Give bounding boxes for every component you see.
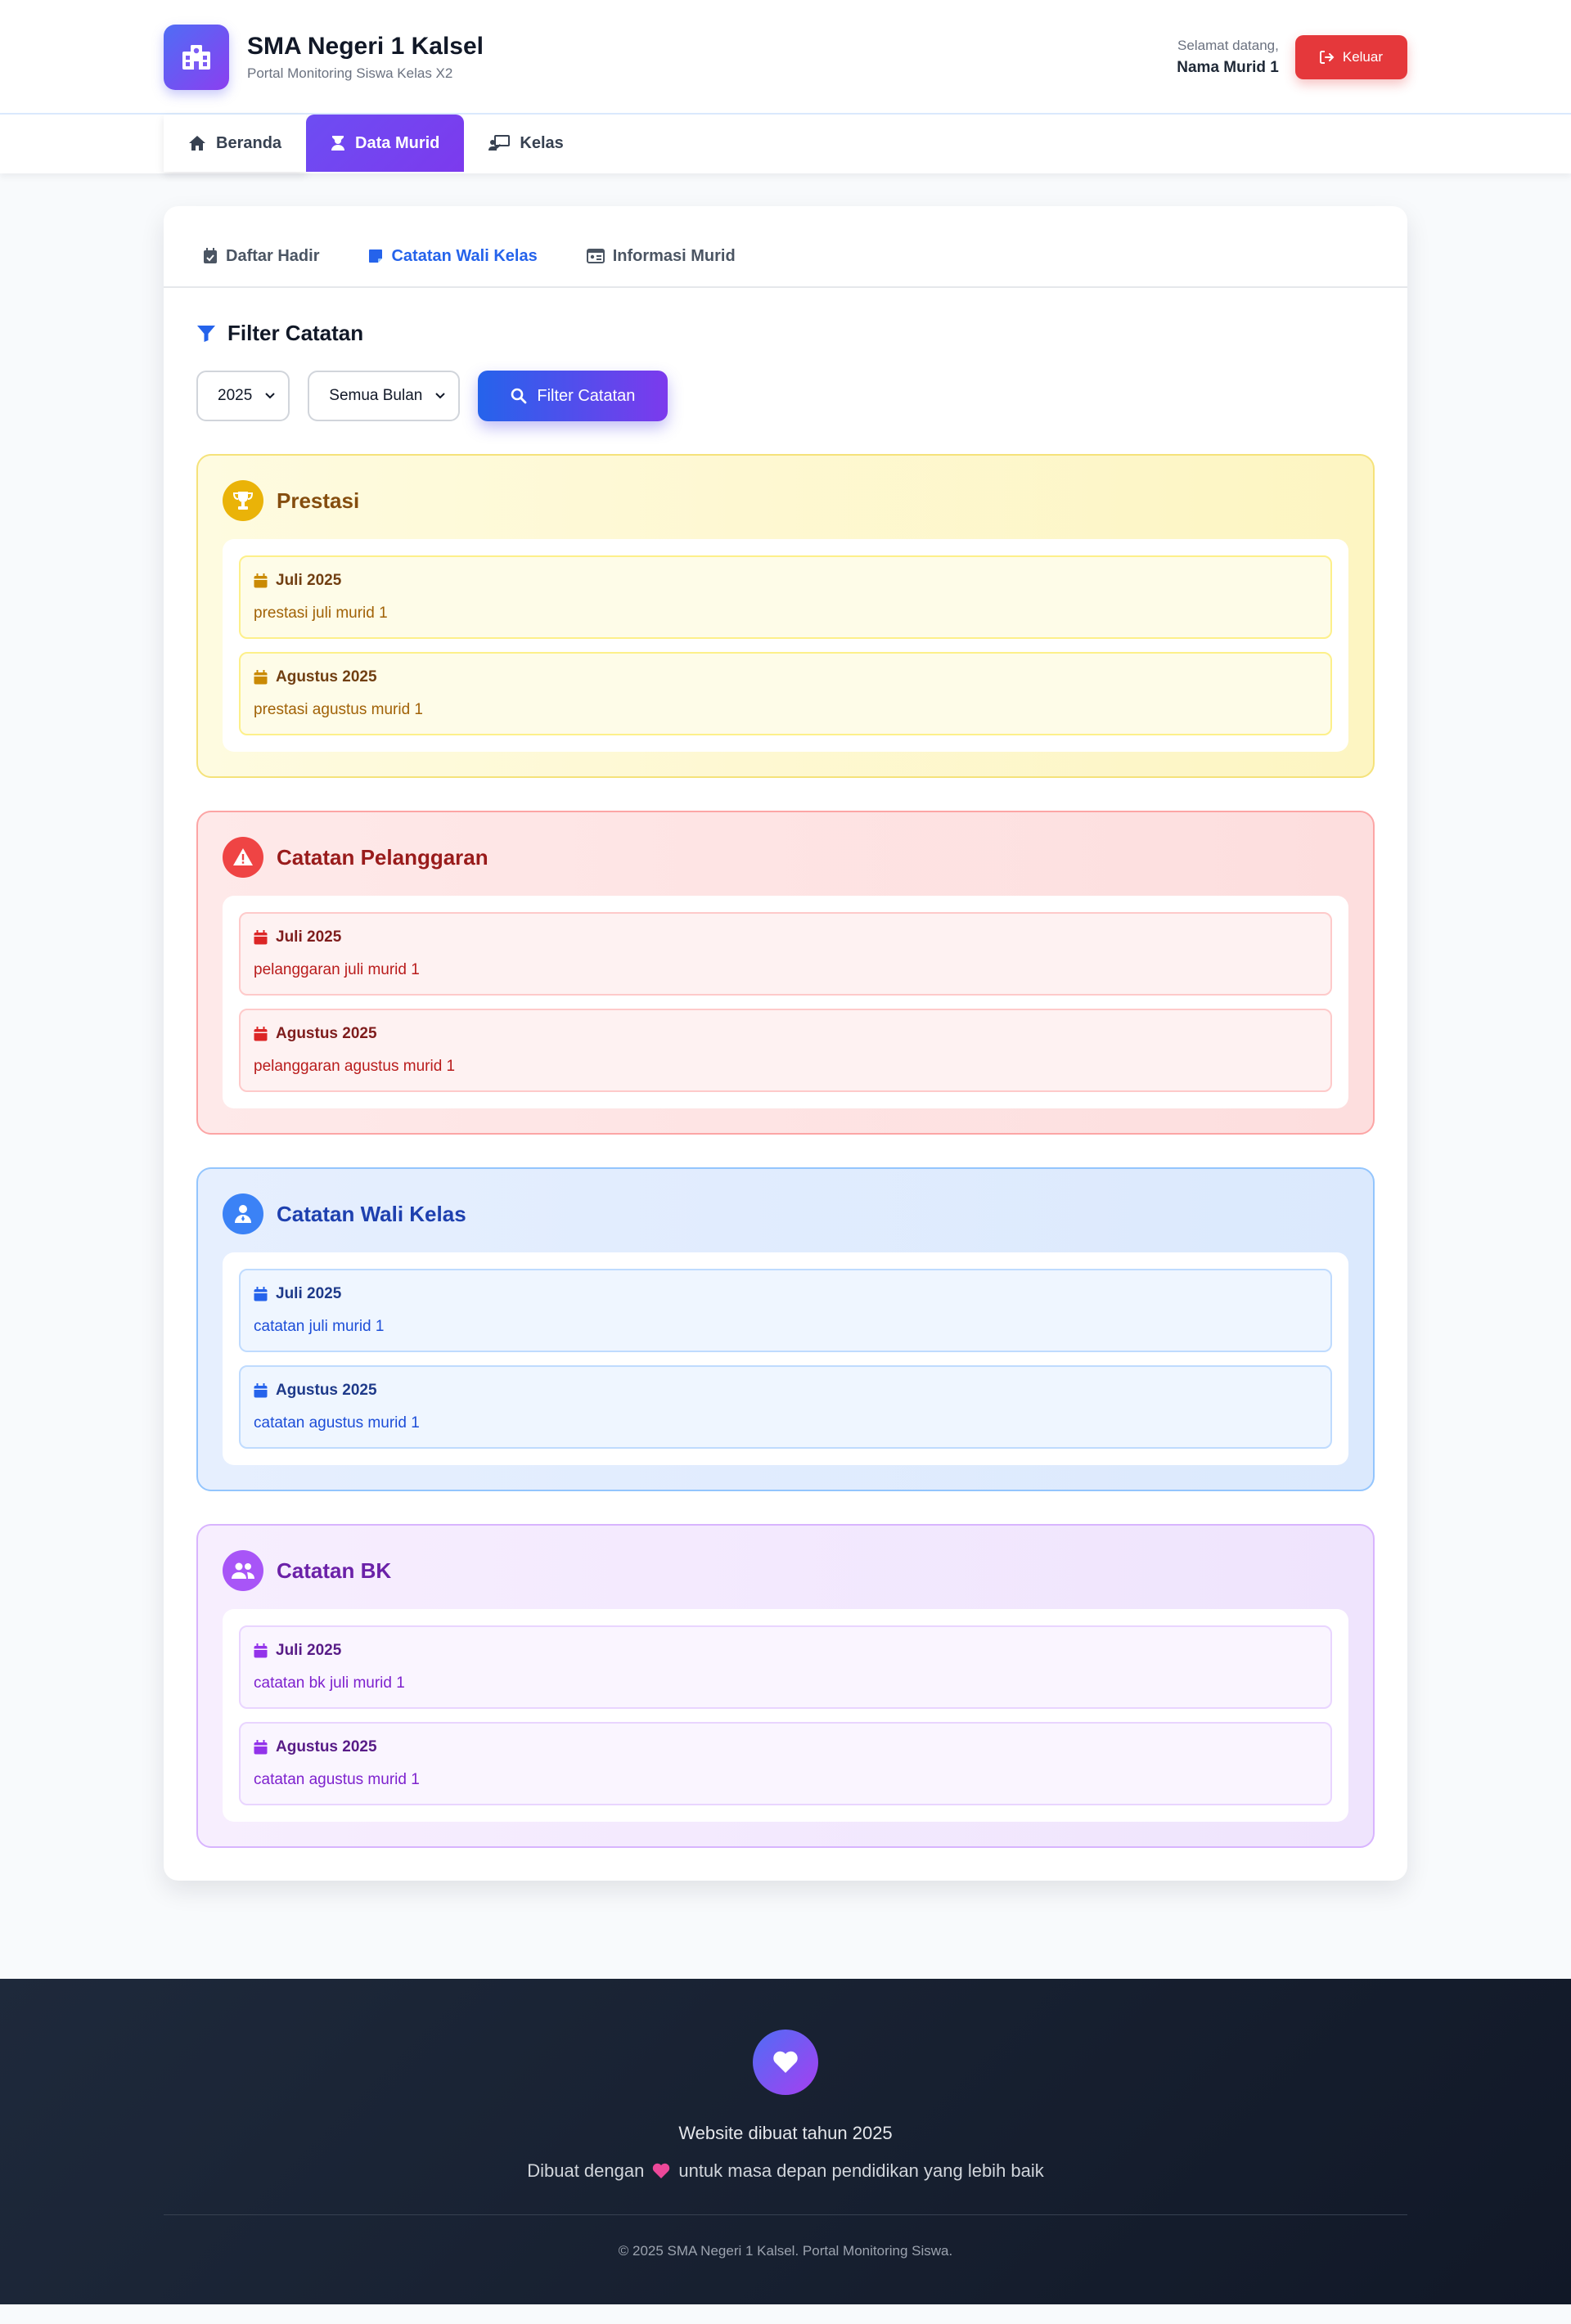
school-name: SMA Negeri 1 Kalsel (247, 33, 484, 60)
tab-label: Informasi Murid (612, 246, 736, 265)
note-text: catatan agustus murid 1 (254, 1414, 420, 1432)
portal-subtitle: Portal Monitoring Siswa Kelas X2 (247, 65, 453, 81)
users-icon (223, 1550, 263, 1591)
sub-tabs: Daftar Hadir Catatan Wali Kelas Informas… (164, 206, 1407, 288)
section-wali-kelas: Catatan Wali Kelas Juli 2025 catatan jul… (196, 1167, 1375, 1491)
school-icon (164, 25, 229, 90)
footer-tagline: Dibuat dengan untuk masa depan pendidika… (164, 2160, 1407, 2182)
note-date: Juli 2025 (276, 572, 342, 589)
note-date: Agustus 2025 (276, 1025, 377, 1042)
tab-label: Catatan Wali Kelas (391, 246, 538, 265)
note-item: Juli 2025 catatan juli murid 1 (239, 1269, 1332, 1352)
nav-label: Data Murid (355, 133, 440, 152)
footer-year-text: Website dibuat tahun 2025 (678, 2123, 893, 2143)
footer-tagline-start: Dibuat dengan (527, 2160, 645, 2181)
calendar-icon (254, 1027, 268, 1041)
note-date: Juli 2025 (276, 1642, 342, 1659)
note-date: Agustus 2025 (276, 1382, 377, 1399)
content-card: Daftar Hadir Catatan Wali Kelas Informas… (164, 206, 1407, 1881)
note-item: Agustus 2025 pelanggaran agustus murid 1 (239, 1009, 1332, 1092)
note-text: catatan juli murid 1 (254, 1318, 385, 1335)
note-text: catatan bk juli murid 1 (254, 1674, 405, 1692)
main-content: Daftar Hadir Catatan Wali Kelas Informas… (0, 173, 1571, 1979)
calendar-icon (254, 573, 268, 588)
filter-heading: Filter Catatan (196, 321, 1375, 346)
note-text: prestasi juli murid 1 (254, 605, 388, 622)
nav-label: Kelas (520, 133, 564, 152)
section-prestasi: Prestasi Juli 2025 prestasi juli murid 1 (196, 454, 1375, 778)
note-text: pelanggaran juli murid 1 (254, 961, 420, 978)
logout-button[interactable]: Keluar (1294, 35, 1407, 79)
trophy-icon (223, 480, 263, 521)
note-text: prestasi agustus murid 1 (254, 701, 423, 718)
note-item: Agustus 2025 catatan agustus murid 1 (239, 1722, 1332, 1805)
warning-icon (223, 837, 263, 878)
sticky-note-icon (369, 249, 383, 263)
year-value: 2025 (218, 387, 253, 404)
nav-item-data-murid[interactable]: Data Murid (306, 115, 465, 172)
calendar-icon (254, 670, 268, 685)
section-bk: Catatan BK Juli 2025 catatan bk juli mur… (196, 1524, 1375, 1848)
tab-daftar-hadir[interactable]: Daftar Hadir (203, 227, 319, 266)
tab-informasi-murid[interactable]: Informasi Murid (586, 227, 736, 266)
nav-item-kelas[interactable]: Kelas (464, 115, 587, 172)
user-area: Selamat datang, Nama Murid 1 Keluar (1177, 35, 1407, 79)
chevron-down-icon (265, 393, 275, 399)
filter-icon (197, 325, 215, 342)
search-icon (511, 388, 527, 404)
section-title: Catatan Wali Kelas (277, 1201, 466, 1226)
note-text: catatan agustus murid 1 (254, 1771, 420, 1788)
student-icon (331, 136, 345, 151)
user-name: Nama Murid 1 (1177, 59, 1279, 76)
copyright: © 2025 SMA Negeri 1 Kalsel. Portal Monit… (618, 2243, 953, 2259)
logout-label: Keluar (1342, 49, 1383, 65)
note-date: Juli 2025 (276, 1285, 342, 1302)
classroom-icon (488, 135, 511, 151)
note-item: Juli 2025 prestasi juli murid 1 (239, 555, 1332, 639)
footer-divider (164, 2214, 1407, 2215)
calendar-icon (254, 1287, 268, 1301)
tab-label: Daftar Hadir (226, 246, 320, 265)
heart-icon (753, 2030, 818, 2095)
section-title: Prestasi (277, 488, 360, 513)
nav-item-beranda[interactable]: Beranda (164, 115, 306, 172)
year-select[interactable]: 2025 (196, 371, 290, 421)
calendar-icon (254, 930, 268, 945)
section-pelanggaran: Catatan Pelanggaran Juli 2025 pelanggara… (196, 811, 1375, 1135)
id-card-icon (586, 249, 605, 263)
tab-catatan-wali-kelas[interactable]: Catatan Wali Kelas (368, 227, 538, 266)
nav-label: Beranda (216, 133, 282, 152)
main-nav: Beranda Data Murid Kelas (0, 115, 1571, 173)
note-item: Juli 2025 catatan bk juli murid 1 (239, 1625, 1332, 1709)
chevron-down-icon (435, 393, 446, 399)
page-footer: Website dibuat tahun 2025 Dibuat dengan … (0, 1979, 1571, 2304)
footer-tagline-end: untuk masa depan pendidikan yang lebih b… (678, 2160, 1044, 2181)
brand[interactable]: SMA Negeri 1 Kalsel Portal Monitoring Si… (164, 25, 484, 90)
heart-icon (653, 2163, 670, 2178)
sign-out-icon (1319, 51, 1335, 64)
teacher-icon (223, 1193, 263, 1234)
filter-title: Filter Catatan (227, 321, 364, 345)
home-icon (189, 136, 205, 151)
note-date: Juli 2025 (276, 928, 342, 946)
section-title: Catatan Pelanggaran (277, 844, 488, 870)
month-value: Semua Bulan (329, 387, 423, 404)
page-header: SMA Negeri 1 Kalsel Portal Monitoring Si… (0, 0, 1571, 115)
note-date: Agustus 2025 (276, 668, 377, 686)
calendar-icon (254, 1740, 268, 1755)
filter-button[interactable]: Filter Catatan (478, 371, 668, 421)
month-select[interactable]: Semua Bulan (308, 371, 461, 421)
filter-button-label: Filter Catatan (537, 386, 636, 405)
note-date: Agustus 2025 (276, 1738, 377, 1755)
note-item: Agustus 2025 prestasi agustus murid 1 (239, 652, 1332, 735)
welcome-label: Selamat datang, (1177, 38, 1279, 53)
calendar-icon (254, 1383, 268, 1398)
calendar-check-icon (204, 248, 217, 263)
note-item: Juli 2025 pelanggaran juli murid 1 (239, 912, 1332, 996)
note-text: pelanggaran agustus murid 1 (254, 1058, 456, 1075)
calendar-icon (254, 1643, 268, 1658)
note-item: Agustus 2025 catatan agustus murid 1 (239, 1365, 1332, 1449)
filter-row: 2025 Semua Bulan Filter Catatan (196, 371, 1375, 421)
section-title: Catatan BK (277, 1558, 392, 1583)
